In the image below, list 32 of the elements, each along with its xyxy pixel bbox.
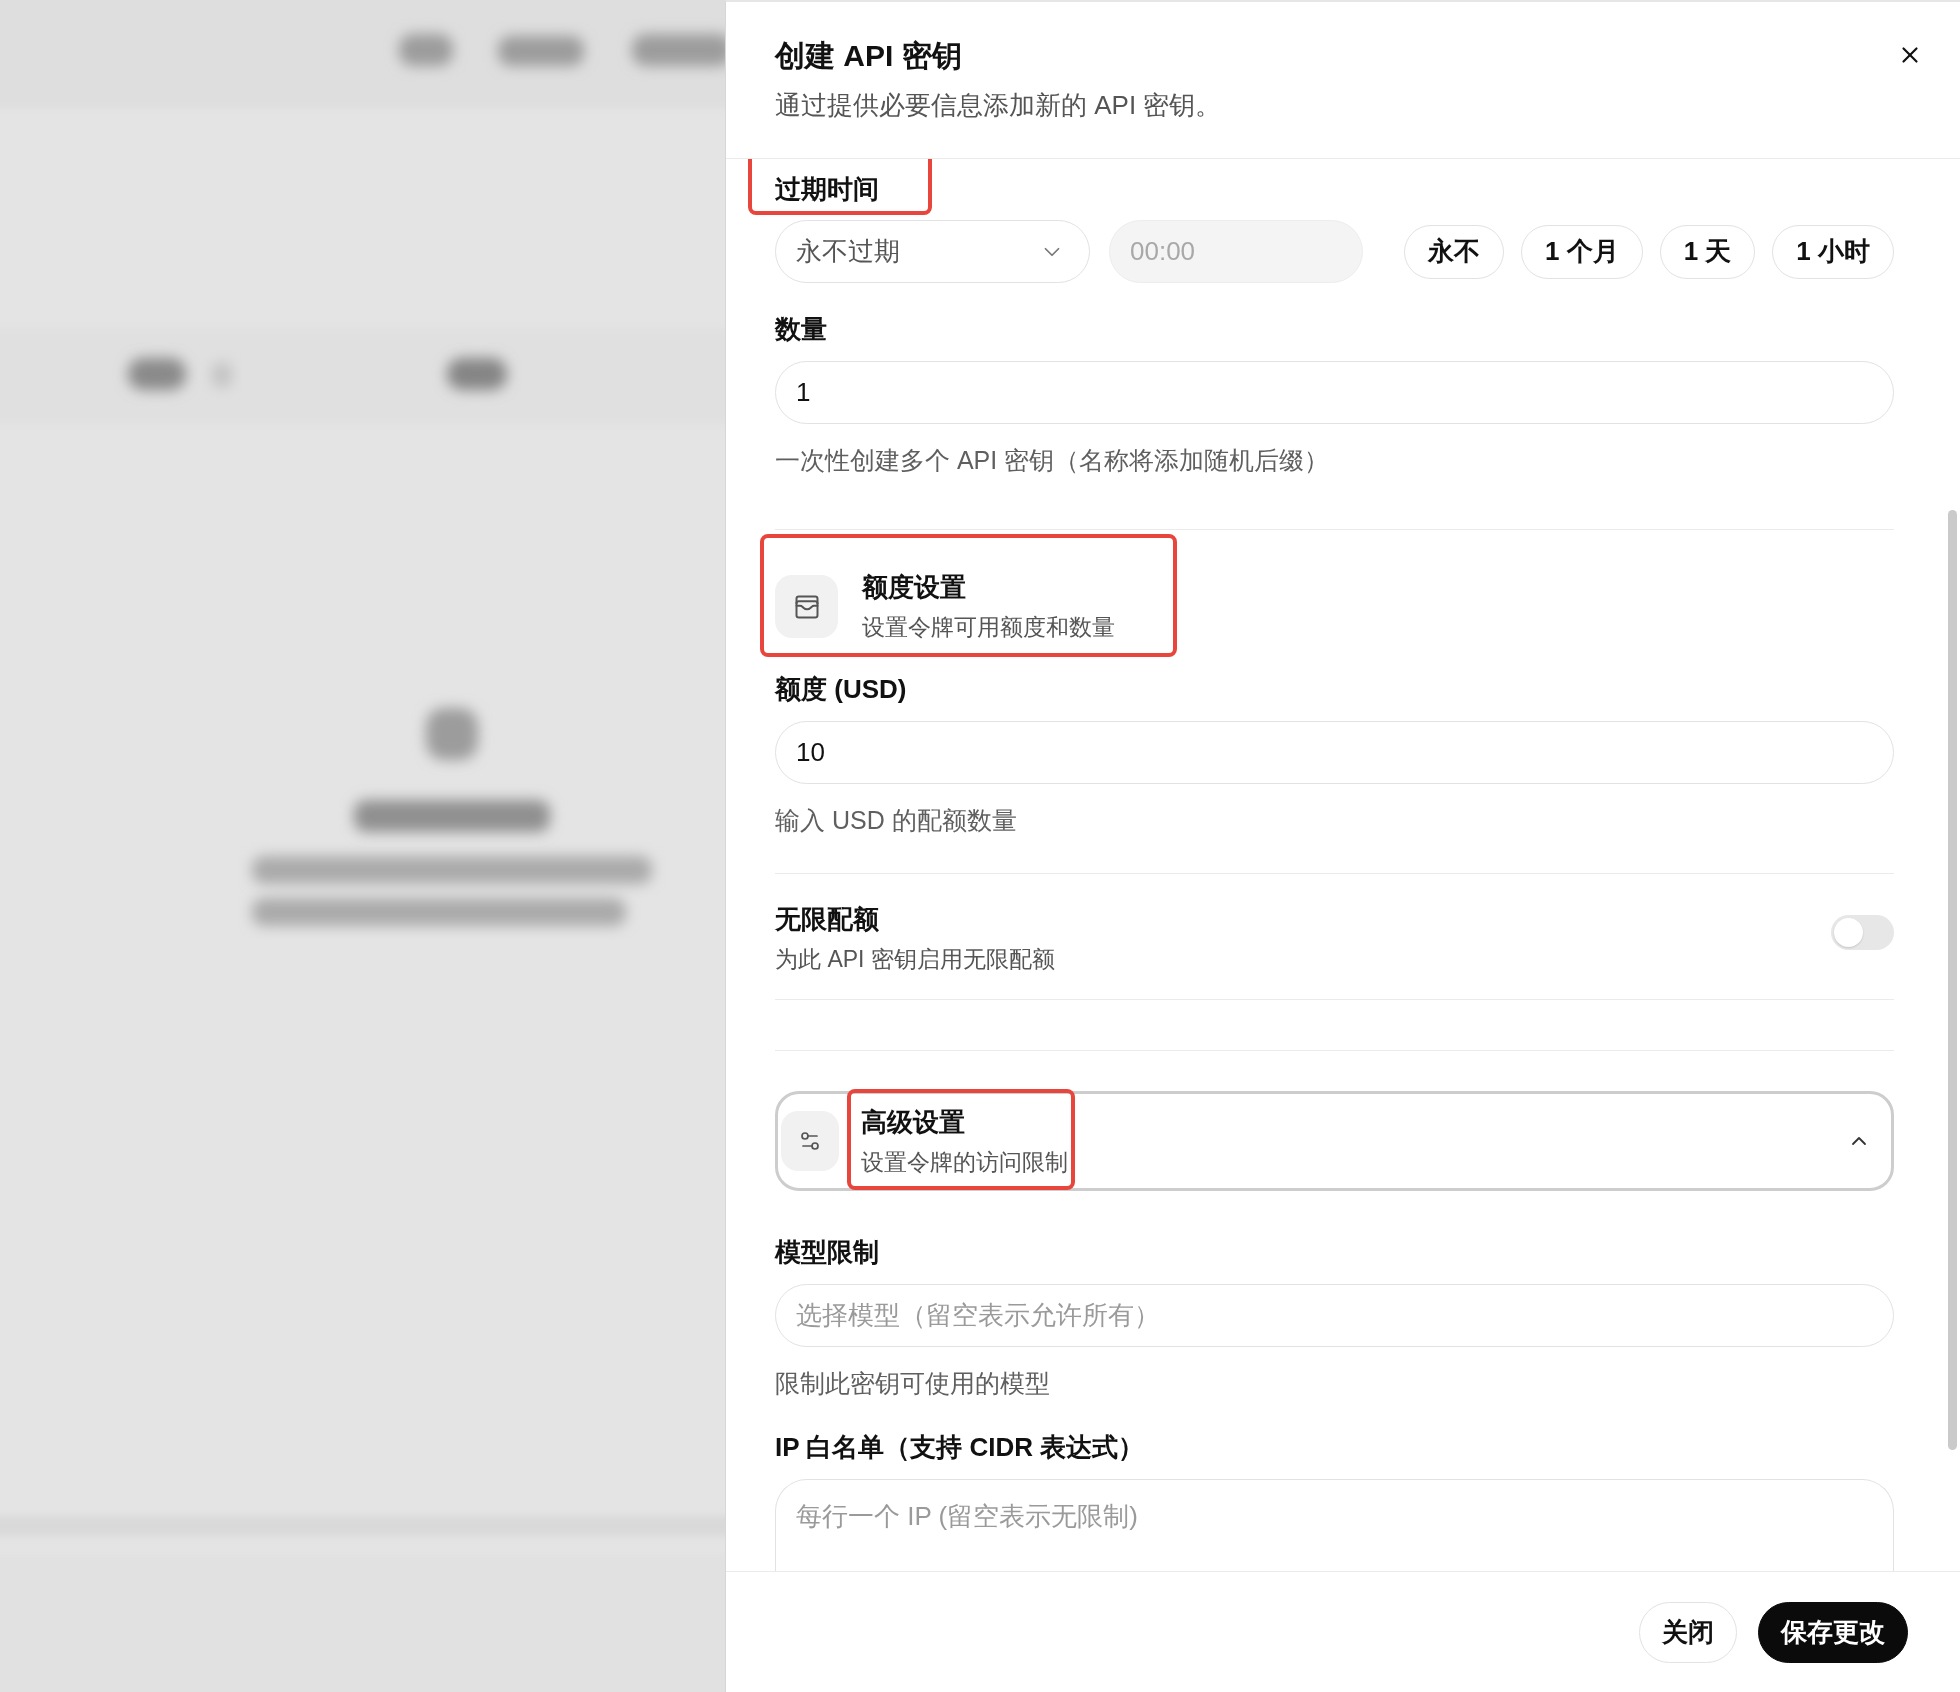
save-button[interactable]: 保存更改 [1758, 1601, 1908, 1663]
toggle-switch[interactable] [1831, 915, 1894, 950]
input-field[interactable]: 10 [775, 721, 1894, 784]
input-field[interactable]: 1 [775, 361, 1894, 424]
sliders-icon [781, 1111, 839, 1171]
field-label: 额度 (USD) [775, 673, 907, 706]
toggle-label: 无限配额 [775, 903, 879, 936]
select-field[interactable]: 永不过期 [775, 220, 1090, 283]
close-button[interactable]: 关闭 [1639, 1601, 1737, 1663]
help-text: 输入 USD 的配额数量 [775, 805, 1018, 836]
help-text: 一次性创建多个 API 密钥（名称将添加随机后缀） [775, 445, 1331, 476]
preset-button[interactable]: 1 小时 [1772, 224, 1894, 279]
section-subtitle: 设置令牌的访问限制 [861, 1147, 1068, 1177]
textarea-field[interactable]: 每行一个 IP (留空表示无限制) [775, 1479, 1894, 1571]
collapsible-header[interactable]: 高级设置 设置令牌的访问限制 [775, 1091, 1894, 1191]
dialog-subtitle: 通过提供必要信息添加新的 API 密钥。 [775, 89, 1222, 122]
field-label: 数量 [775, 313, 827, 346]
toggle-description: 为此 API 密钥启用无限配额 [775, 945, 1055, 974]
preset-button[interactable]: 永不 [1403, 224, 1504, 279]
preset-button[interactable]: 1 个月 [1520, 224, 1643, 279]
preset-button[interactable]: 1 天 [1659, 224, 1756, 279]
section-title: 额度设置 [862, 571, 966, 604]
field-label: 模型限制 [775, 1236, 879, 1269]
scrollbar-thumb[interactable] [1948, 510, 1957, 1450]
section-title: 高级设置 [861, 1105, 965, 1139]
wallet-icon [775, 575, 838, 638]
input-field[interactable]: 选择模型（留空表示允许所有） [775, 1284, 1894, 1347]
field-label: 过期时间 [775, 173, 879, 206]
dialog-title: 创建 API 密钥 [775, 38, 962, 74]
section-subtitle: 设置令牌可用额度和数量 [862, 613, 1115, 642]
help-text: 限制此密钥可使用的模型 [775, 1368, 1051, 1399]
field-label: IP 白名单（支持 CIDR 表达式） [775, 1431, 1145, 1464]
